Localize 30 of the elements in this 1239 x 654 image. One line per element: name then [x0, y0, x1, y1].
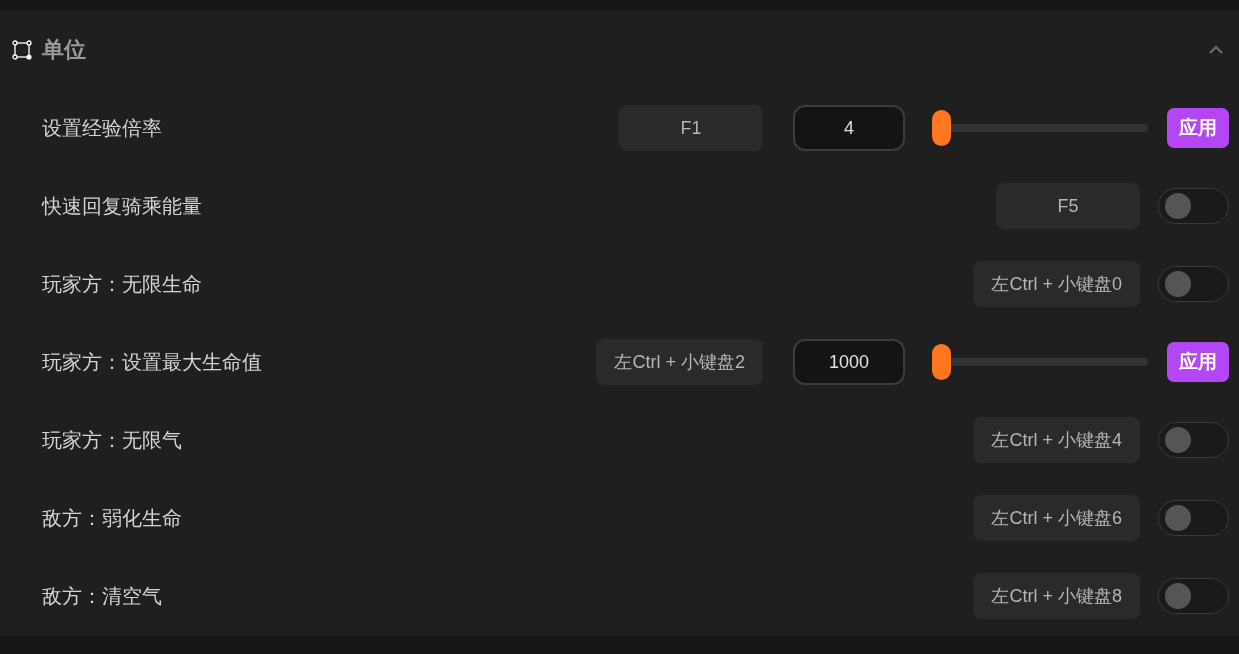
hotkey-chip[interactable]: 左Ctrl + 小键盘2: [596, 339, 763, 385]
slider-thumb[interactable]: [932, 110, 951, 146]
value-field[interactable]: 4: [793, 105, 905, 151]
hotkey-chip[interactable]: 左Ctrl + 小键盘4: [973, 417, 1140, 463]
section-title: 单位: [42, 36, 86, 64]
option-label: 快速回复骑乘能量: [42, 194, 202, 219]
option-label: 玩家方：无限气: [42, 428, 182, 453]
hotkey-chip[interactable]: F1: [619, 105, 763, 151]
toggle-switch[interactable]: [1158, 500, 1229, 536]
option-label: 玩家方：设置最大生命值: [42, 350, 262, 375]
toggle-switch[interactable]: [1158, 422, 1229, 458]
slider[interactable]: [932, 110, 1148, 146]
hotkey-chip[interactable]: 左Ctrl + 小键盘6: [973, 495, 1140, 541]
toggle-switch[interactable]: [1158, 578, 1229, 614]
option-label: 设置经验倍率: [42, 116, 162, 141]
slider-thumb[interactable]: [932, 344, 951, 380]
chevron-icon: [1208, 44, 1224, 55]
option-label: 敌方：清空气: [42, 584, 162, 609]
apply-button[interactable]: 应用: [1167, 108, 1229, 148]
nodes-icon: [12, 39, 32, 60]
value-field[interactable]: 1000: [793, 339, 905, 385]
toggle-switch[interactable]: [1158, 266, 1229, 302]
slider[interactable]: [932, 344, 1148, 380]
hotkey-chip[interactable]: F5: [996, 183, 1140, 229]
apply-button[interactable]: 应用: [1167, 342, 1229, 382]
hotkey-chip[interactable]: 左Ctrl + 小键盘8: [973, 573, 1140, 619]
hotkey-chip[interactable]: 左Ctrl + 小键盘0: [973, 261, 1140, 307]
toggle-switch[interactable]: [1158, 188, 1229, 224]
option-label: 敌方：弱化生命: [42, 506, 182, 531]
option-label: 玩家方：无限生命: [42, 272, 202, 297]
